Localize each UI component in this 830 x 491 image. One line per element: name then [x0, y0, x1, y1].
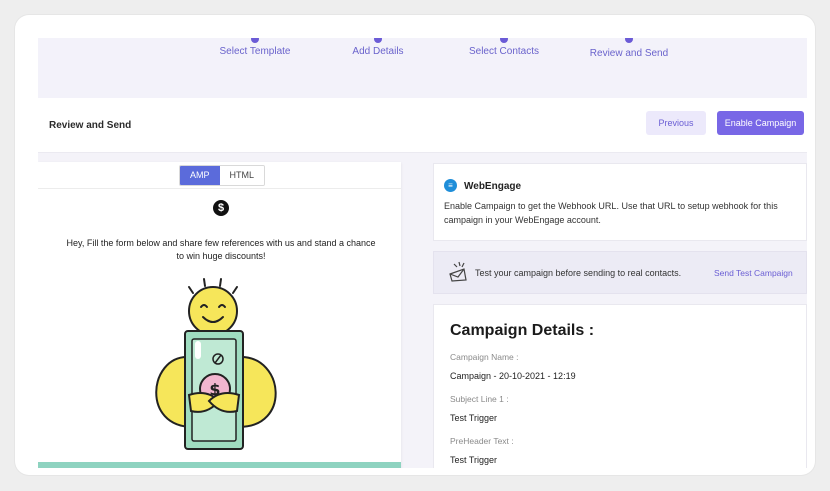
format-toggle: AMP HTML: [179, 165, 266, 186]
webengage-description: Enable Campaign to get the Webhook URL. …: [444, 201, 778, 225]
subject-line-value: Test Trigger: [450, 413, 498, 423]
step-dot: [374, 38, 382, 43]
step-select-contacts[interactable]: Select Contacts: [448, 38, 560, 78]
page-title: Review and Send: [49, 120, 132, 131]
webengage-logo-icon: ≡: [444, 179, 457, 192]
campaign-app: Select Template Add Details Select Conta…: [38, 38, 807, 468]
campaign-name-value: Campaign - 20-10-2021 - 12:19: [450, 371, 576, 381]
tab-html[interactable]: HTML: [219, 166, 265, 185]
step-label: Select Template: [219, 46, 291, 57]
send-test-campaign-link[interactable]: Send Test Campaign: [714, 268, 793, 278]
window-frame: Select Template Add Details Select Conta…: [15, 15, 815, 475]
dollar-icon: $: [213, 200, 229, 216]
campaign-details-card: Campaign Details : Campaign Name : Campa…: [433, 304, 807, 468]
money-character-illustration: $: [155, 278, 277, 450]
webengage-title: WebEngage: [464, 181, 522, 192]
field-label: Subject Line 1 :: [450, 394, 509, 404]
enable-campaign-button[interactable]: Enable Campaign: [717, 111, 804, 135]
email-preview: AMP HTML $ Hey, Fill the form below and …: [38, 162, 401, 468]
preview-message: Hey, Fill the form below and share few r…: [66, 238, 376, 261]
step-dot: [500, 38, 508, 43]
stepper: Select Template Add Details Select Conta…: [38, 38, 807, 99]
step-dot: [251, 38, 259, 43]
step-review-and-send[interactable]: Review and Send: [573, 38, 685, 78]
paper-plane-icon: [449, 261, 467, 282]
previous-button[interactable]: Previous: [646, 111, 706, 135]
step-add-details[interactable]: Add Details: [322, 38, 434, 78]
test-campaign-card: Test your campaign before sending to rea…: [433, 251, 807, 294]
step-label: Review and Send: [589, 48, 669, 59]
webengage-card: ≡ WebEngage Enable Campaign to get the W…: [433, 163, 807, 241]
test-campaign-text: Test your campaign before sending to rea…: [475, 268, 682, 278]
step-dot: [625, 38, 633, 43]
preview-footer-band: [38, 462, 401, 468]
step-select-template[interactable]: Select Template: [199, 38, 311, 78]
step-label: Select Contacts: [468, 46, 540, 57]
campaign-details-title: Campaign Details :: [450, 322, 595, 339]
step-label: Add Details: [352, 46, 404, 57]
preheader-value: Test Trigger: [450, 455, 498, 465]
field-label: PreHeader Text :: [450, 436, 514, 446]
tab-amp[interactable]: AMP: [180, 166, 220, 185]
divider: [38, 188, 401, 189]
field-label: Campaign Name :: [450, 352, 519, 362]
